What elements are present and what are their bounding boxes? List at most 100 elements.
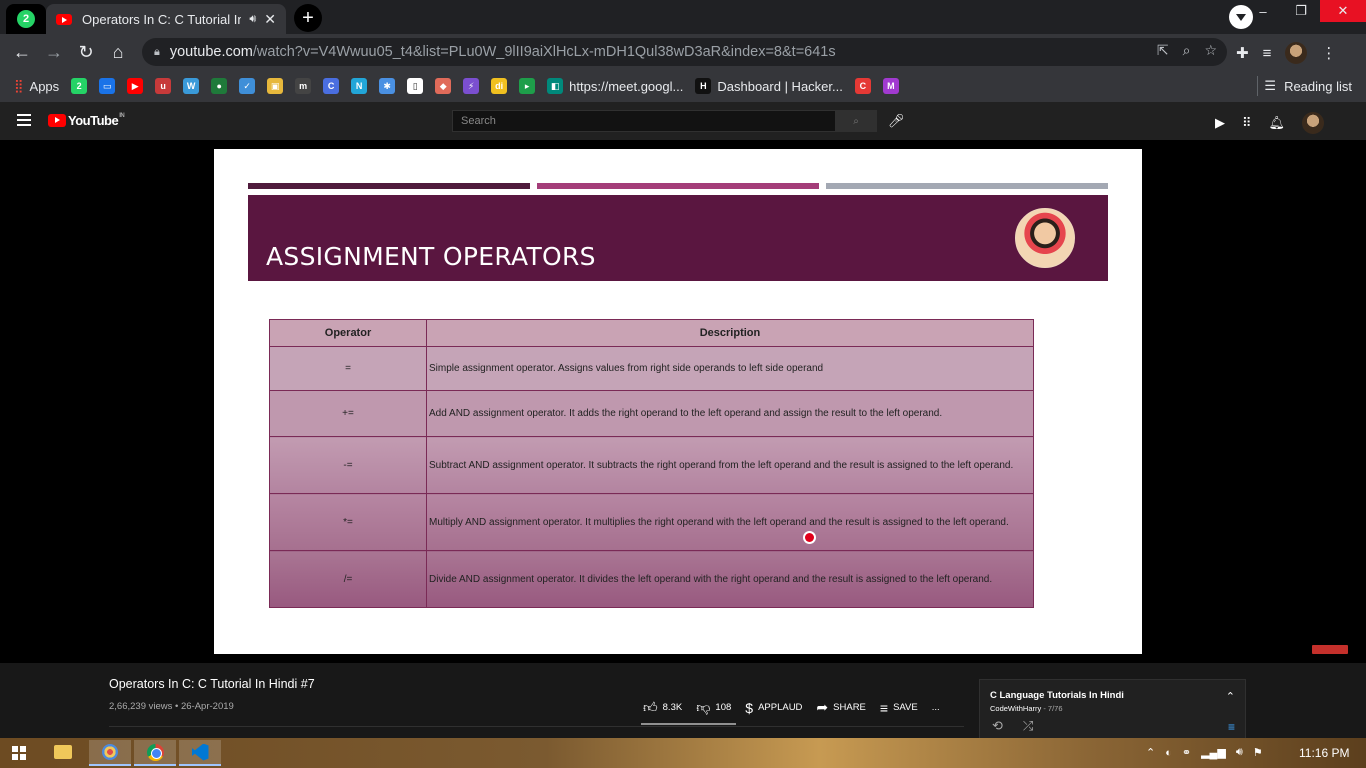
bookmark-item[interactable]: C — [854, 78, 871, 94]
minimize-button[interactable]: – — [1244, 0, 1282, 22]
di-icon: di — [491, 78, 508, 94]
profile-avatar[interactable] — [1285, 42, 1308, 64]
restore-button[interactable]: ❐ — [1282, 0, 1320, 22]
vscode-icon — [191, 743, 209, 761]
file-explorer-button[interactable] — [42, 740, 84, 766]
bookmark-item[interactable]: ● — [211, 78, 228, 94]
network-tray-icon[interactable]: ⚭ — [1182, 746, 1191, 759]
extensions-icon[interactable]: ✚ — [1236, 44, 1249, 62]
menu-icon[interactable] — [17, 114, 31, 129]
video-info: Operators In C: C Tutorial In Hindi #7 2… — [0, 663, 1366, 740]
bookmark-item[interactable]: m — [295, 78, 312, 94]
address-bar[interactable]: 🔒︎ youtube.com/watch?v=V4Wwuu05_t4&list=… — [142, 38, 1227, 66]
speaker-icon[interactable]: 🔊︎ — [249, 13, 256, 26]
vscode-button[interactable] — [179, 740, 221, 766]
zoom-icon[interactable]: ⌕ — [1183, 42, 1191, 59]
taskbar-clock[interactable]: 11:16 PM — [1299, 746, 1349, 760]
table-row: += Add AND assignment operator. It adds … — [269, 390, 1034, 437]
slide: ASSIGNMENT OPERATORS Operator Descriptio… — [214, 149, 1142, 654]
bookmark-item[interactable]: ✓ — [239, 78, 256, 94]
description-cell: Simple assignment operator. Assigns valu… — [426, 346, 1034, 391]
description-cell: Add AND assignment operator. It adds the… — [426, 390, 1034, 437]
bookmark-item[interactable]: M — [882, 78, 899, 94]
start-button[interactable] — [12, 746, 26, 760]
like-count: 8.3K — [662, 702, 683, 713]
operator-cell: /= — [269, 550, 427, 608]
bookmark-item[interactable]: ▯ — [407, 78, 424, 94]
n-icon: N — [351, 78, 368, 94]
search-input[interactable]: Search — [452, 110, 836, 132]
bookmark-item[interactable]: N — [351, 78, 368, 94]
bookmark-item[interactable]: ✱ — [379, 78, 396, 94]
home-button[interactable]: ⌂ — [106, 40, 130, 64]
playlist-channel[interactable]: CodeWithHarry — [990, 704, 1041, 713]
bookmark-label: https://meet.googl... — [569, 78, 684, 94]
playlist-queue-icon[interactable]: ≡ — [1228, 720, 1235, 734]
bookmark-star-icon[interactable]: ☆ — [1204, 42, 1217, 59]
menu-kebab-icon[interactable]: ⋮ — [1321, 44, 1336, 62]
tray-app-icon[interactable]: ◐ — [1165, 747, 1172, 759]
reading-list-button[interactable]: ☰ Reading list — [1264, 78, 1352, 94]
lock-icon[interactable]: 🔒︎ — [154, 46, 160, 59]
video-player[interactable]: ASSIGNMENT OPERATORS Operator Descriptio… — [0, 140, 1366, 663]
search-button[interactable]: ⌕ — [835, 110, 877, 132]
save-button[interactable]: ≡ SAVE — [880, 700, 918, 716]
chrome-button[interactable] — [134, 740, 176, 766]
paint-button[interactable] — [89, 740, 131, 766]
bookmark-item[interactable]: C — [323, 78, 340, 94]
open-in-app-icon[interactable]: ⇱ — [1157, 42, 1169, 59]
tab-youtube[interactable]: Operators In C: C Tutorial In 🔊︎ ✕ — [46, 4, 286, 34]
dislike-button[interactable]: 👎︎ 108 — [696, 699, 731, 716]
playlist-panel[interactable]: C Language Tutorials In Hindi CodeWithHa… — [979, 679, 1246, 740]
reload-button[interactable]: ↻ — [74, 40, 98, 64]
subscribe-watermark[interactable] — [1312, 645, 1348, 654]
back-button[interactable]: ← — [10, 40, 34, 64]
close-window-button[interactable]: ✕ — [1320, 0, 1366, 22]
bookmark-item[interactable]: W — [183, 78, 200, 94]
applaud-button[interactable]: $ APPLAUD — [745, 700, 802, 716]
youtube-logo-icon — [48, 114, 66, 127]
dislike-count: 108 — [715, 702, 732, 713]
bookmark-item[interactable]: u — [155, 78, 172, 94]
bookmark-item[interactable]: ▣ — [267, 78, 284, 94]
reading-list-label: Reading list — [1284, 78, 1352, 94]
chevron-up-icon[interactable]: ⌃ — [1226, 690, 1235, 703]
tab-whatsapp[interactable]: 2 — [6, 4, 46, 34]
bookmark-item[interactable]: di — [491, 78, 508, 94]
notifications-bell-icon[interactable]: 🔔︎ — [1269, 115, 1286, 131]
microphone-icon[interactable]: 🎤︎ — [888, 113, 905, 129]
forward-button[interactable]: → — [42, 40, 66, 64]
green-circle-icon: ● — [211, 78, 228, 94]
apps-grid-icon[interactable]: ⠿ — [1242, 115, 1252, 131]
create-video-icon[interactable]: ▶︎ — [1215, 115, 1225, 131]
plus-icon: + — [302, 6, 314, 29]
system-tray: ⌃ ◐ ⚭ ▂▄▆ 🔊︎ ⚑ — [1146, 746, 1263, 759]
volume-icon[interactable]: 🔊︎ — [1236, 746, 1243, 759]
bookmark-item[interactable]: ▭ — [99, 78, 116, 94]
media-control-icon[interactable]: ≡ — [1263, 45, 1272, 62]
action-center-flag-icon[interactable]: ⚑ — [1253, 746, 1263, 759]
save-playlist-icon: ≡ — [879, 699, 889, 716]
bookmark-item[interactable]: ◧ https://meet.googl... — [547, 78, 683, 94]
applaud-label: APPLAUD — [758, 702, 803, 713]
playlist-title[interactable]: C Language Tutorials In Hindi — [990, 690, 1124, 701]
bookmark-item[interactable]: ▸ — [519, 78, 536, 94]
like-button[interactable]: 👍︎ 8.3K — [643, 699, 682, 716]
more-actions-button[interactable]: ... — [932, 702, 940, 713]
loop-icon[interactable]: ⟲ — [992, 718, 1003, 734]
youtube-logo[interactable]: YouTube IN — [48, 113, 125, 128]
wifi-signal-icon[interactable]: ▂▄▆ — [1201, 746, 1226, 759]
share-button[interactable]: ➦ SHARE — [816, 699, 865, 716]
bookmark-item[interactable]: 2 — [71, 78, 88, 94]
table-header-operator: Operator — [269, 319, 427, 347]
bookmark-item[interactable]: ▶ — [127, 78, 144, 94]
bookmark-item[interactable]: ◆ — [435, 78, 452, 94]
new-tab-button[interactable]: + — [294, 4, 322, 32]
bookmark-apps[interactable]: ⣿ Apps — [14, 78, 59, 94]
bookmark-item[interactable]: H Dashboard | Hacker... — [695, 78, 843, 94]
close-icon[interactable]: ✕ — [264, 11, 276, 28]
chevron-up-icon[interactable]: ⌃ — [1146, 746, 1155, 759]
bookmark-item[interactable]: ⚡ — [463, 78, 480, 94]
account-avatar[interactable] — [1302, 112, 1325, 134]
shuffle-icon[interactable]: ⤮ — [1023, 718, 1033, 734]
